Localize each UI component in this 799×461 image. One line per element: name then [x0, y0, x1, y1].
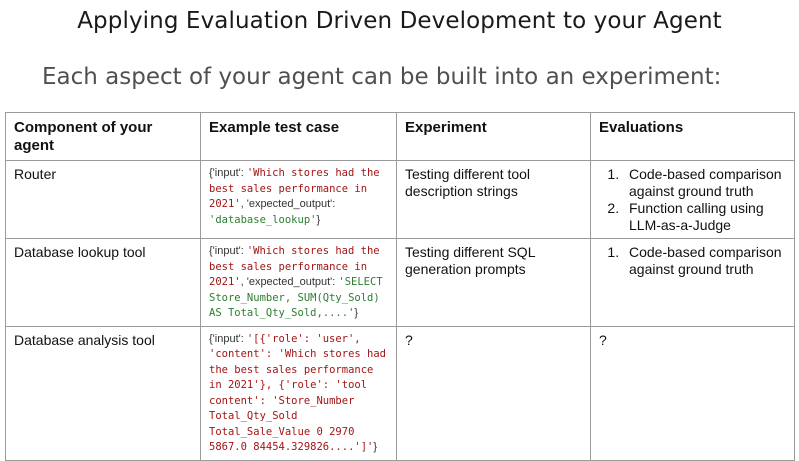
test-case-cell: {'input': '[{'role': 'user', 'content': … [200, 325, 397, 461]
header-test-case: Example test case [200, 112, 397, 161]
test-case-cell: {'input': 'Which stores had the best sal… [200, 160, 397, 239]
page-subtitle: Each aspect of your agent can be built i… [42, 64, 722, 90]
table-row: Database analysis tool {'input': '[{'rol… [5, 325, 795, 461]
list-item: Code-based comparison against ground tru… [623, 166, 787, 200]
evaluations-cell: Code-based comparison against ground tru… [590, 238, 795, 327]
evaluations-cell: Code-based comparison against ground tru… [590, 160, 795, 239]
header-evaluations: Evaluations [590, 112, 795, 161]
experiment-cell: Testing different tool description strin… [396, 160, 591, 239]
header-component: Component of your agent [5, 112, 201, 161]
component-cell: Database analysis tool [5, 325, 201, 461]
evaluations-cell: ? [590, 325, 795, 461]
table-row: Database lookup tool {'input': 'Which st… [5, 238, 795, 327]
list-item: Code-based comparison against ground tru… [623, 244, 787, 278]
page-title: Applying Evaluation Driven Development t… [77, 8, 722, 34]
component-cell: Router [5, 160, 201, 239]
table-row: Router {'input': 'Which stores had the b… [5, 160, 795, 239]
experiment-cell: Testing different SQL generation prompts [396, 238, 591, 327]
test-case-cell: {'input': 'Which stores had the best sal… [200, 238, 397, 327]
experiment-cell: ? [396, 325, 591, 461]
experiments-table: Component of your agent Example test cas… [5, 112, 795, 461]
component-cell: Database lookup tool [5, 238, 201, 327]
header-experiment: Experiment [396, 112, 591, 161]
list-item: Function calling using LLM-as-a-Judge [623, 200, 787, 234]
table-header-row: Component of your agent Example test cas… [5, 112, 795, 161]
